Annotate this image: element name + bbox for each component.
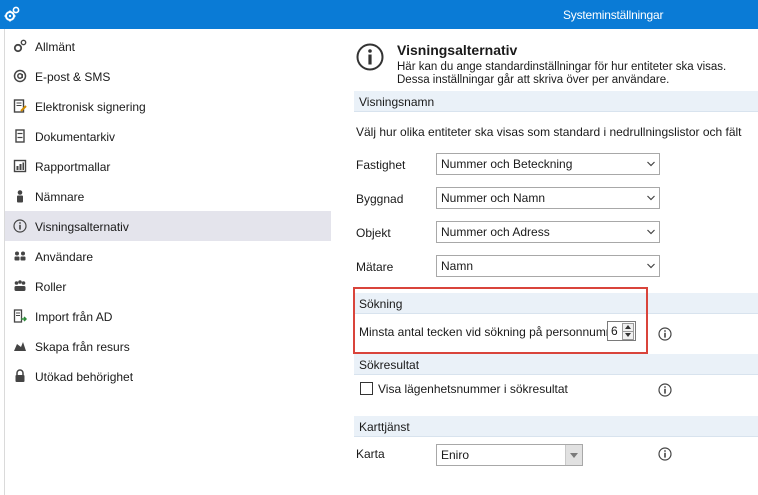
- sidebar-item-label: Utökad behörighet: [35, 370, 134, 384]
- byggnad-display-dropdown[interactable]: Nummer och Namn: [436, 187, 660, 209]
- dropdown-value: Eniro: [441, 448, 470, 462]
- sidebar-item-label: Skapa från resurs: [35, 340, 130, 354]
- section-header-visningsnamn: Visningsnamn: [354, 91, 758, 112]
- settings-sidebar: Allmänt E-post & SMS Elektronisk signeri…: [4, 29, 334, 495]
- description-line-1: Här kan du ange standardinställningar fö…: [397, 61, 727, 73]
- objekt-label: Objekt: [356, 226, 391, 240]
- dropdown-button[interactable]: [565, 445, 582, 465]
- users-icon: [14, 251, 26, 261]
- title-bar: Systeminställningar: [0, 0, 758, 29]
- gears-icon: [13, 39, 27, 53]
- info-large-icon: [356, 43, 384, 71]
- sidebar-item-anvandare[interactable]: Användare: [5, 241, 331, 271]
- sidebar-item-label: Dokumentarkiv: [35, 130, 116, 144]
- sidebar-item-label: Användare: [35, 250, 94, 264]
- show-apartment-number-label[interactable]: Visa lägenhetsnummer i sökresultat: [378, 382, 568, 396]
- karta-label: Karta: [356, 447, 385, 461]
- info-icon[interactable]: [658, 327, 672, 341]
- sidebar-item-label: Visningsalternativ: [35, 220, 129, 234]
- sidebar-item-roller[interactable]: Roller: [5, 271, 331, 301]
- sidebar-item-visningsalternativ[interactable]: Visningsalternativ: [5, 211, 331, 241]
- page-title: Visningsalternativ: [397, 42, 518, 58]
- lock-icon: [15, 369, 25, 382]
- description-line-2: Dessa inställningar går att skriva över …: [397, 74, 670, 86]
- import-icon: [13, 309, 27, 323]
- section-header-sokresultat: Sökresultat: [354, 354, 758, 375]
- sidebar-item-label: Roller: [35, 280, 67, 294]
- section-title: Karttjänst: [359, 420, 410, 434]
- info-icon[interactable]: [658, 383, 672, 397]
- report-icon: [13, 159, 27, 173]
- byggnad-label: Byggnad: [356, 192, 404, 206]
- archive-icon: [15, 129, 25, 143]
- sidebar-item-dokumentarkiv[interactable]: Dokumentarkiv: [5, 121, 331, 151]
- chevron-down-icon: [647, 263, 655, 269]
- at-icon: [13, 69, 27, 83]
- settings-content-panel: Visningsalternativ Här kan du ange stand…: [333, 29, 758, 495]
- section-title: Sökresultat: [359, 358, 420, 372]
- sidebar-item-label: Nämnare: [35, 190, 85, 204]
- fastighet-display-dropdown[interactable]: Nummer och Beteckning: [436, 153, 660, 175]
- dropdown-value: Nummer och Adress: [441, 225, 550, 239]
- sidebar-item-allmant[interactable]: Allmänt: [5, 31, 331, 61]
- sidebar-item-label: E-post & SMS: [35, 70, 111, 84]
- section-title: Visningsnamn: [359, 95, 435, 109]
- signing-icon: [13, 99, 27, 113]
- resource-icon: [14, 342, 26, 351]
- person-icon: [17, 190, 23, 203]
- dropdown-value: Nummer och Namn: [441, 191, 546, 205]
- chevron-down-icon: [647, 229, 655, 235]
- sidebar-item-rapportmallar[interactable]: Rapportmallar: [5, 151, 331, 181]
- info-icon[interactable]: [658, 447, 672, 461]
- section-header-karttjanst: Karttjänst: [354, 416, 758, 437]
- highlight-annotation-box: [353, 287, 648, 354]
- dropdown-value: Namn: [441, 259, 474, 273]
- karta-dropdown[interactable]: Eniro: [436, 444, 583, 466]
- sidebar-item-namnare[interactable]: Nämnare: [5, 181, 331, 211]
- fastighet-label: Fastighet: [356, 158, 406, 172]
- show-apartment-number-checkbox[interactable]: [360, 382, 373, 395]
- sidebar-item-label: Allmänt: [35, 40, 76, 54]
- sidebar-item-label: Elektronisk signering: [35, 100, 146, 114]
- display-names-intro: Välj hur olika entiteter ska visas som s…: [356, 125, 742, 139]
- page-description: Här kan du ange standardinställningar fö…: [397, 61, 726, 87]
- matare-label: Mätare: [356, 260, 394, 274]
- chevron-down-icon: [647, 195, 655, 201]
- sidebar-item-label: Import från AD: [35, 310, 113, 324]
- dropdown-value: Nummer och Beteckning: [441, 157, 573, 171]
- sidebar-item-skapa-fran-resurs[interactable]: Skapa från resurs: [5, 331, 331, 361]
- sidebar-item-elektronisk-signering[interactable]: Elektronisk signering: [5, 91, 331, 121]
- window-title: Systeminställningar: [563, 8, 664, 22]
- info-icon: [13, 219, 27, 233]
- matare-display-dropdown[interactable]: Namn: [436, 255, 660, 277]
- chevron-down-icon: [647, 161, 655, 167]
- objekt-display-dropdown[interactable]: Nummer och Adress: [436, 221, 660, 243]
- dropdown-arrow-icon: [570, 453, 578, 458]
- roles-icon: [14, 280, 26, 291]
- settings-gears-icon: [4, 6, 20, 22]
- sidebar-item-import-fran-ad[interactable]: Import från AD: [5, 301, 331, 331]
- sidebar-item-utokad-behorighet[interactable]: Utökad behörighet: [5, 361, 331, 391]
- sidebar-item-label: Rapportmallar: [35, 160, 111, 174]
- sidebar-item-epost-sms[interactable]: E-post & SMS: [5, 61, 331, 91]
